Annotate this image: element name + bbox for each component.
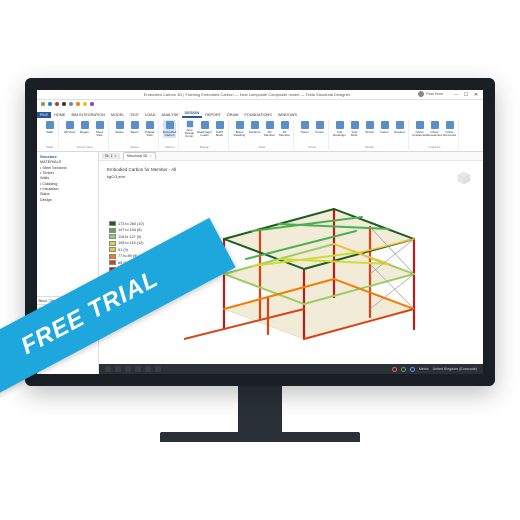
legend-item: 91 (9) xyxy=(109,247,144,252)
ribbon-expand[interactable]: Expand xyxy=(393,120,406,138)
ribbon-dam-back[interactable]: DAM Back xyxy=(213,120,226,138)
legend-label: 108 to 115 (12) xyxy=(118,241,143,245)
user-account[interactable]: Paul Hore xyxy=(418,91,443,97)
ribbon-ghost-unselected[interactable]: Ghost Unselected xyxy=(413,120,426,138)
user-name: Paul Hore xyxy=(426,92,443,96)
qat-button[interactable] xyxy=(62,102,66,106)
legend-swatch xyxy=(109,254,116,259)
ribbon-status[interactable]: Status xyxy=(113,120,126,138)
qat-button[interactable] xyxy=(55,102,59,106)
minimize-button[interactable]: ─ xyxy=(453,92,459,98)
legend-swatch xyxy=(109,234,116,239)
ribbon-full-redesign[interactable]: Full Redesign xyxy=(333,120,346,138)
ribbon-diaphragm-loads[interactable]: Diaphragm Loads xyxy=(198,120,211,138)
ribbon-group-label: Status xyxy=(130,145,139,149)
status-button[interactable] xyxy=(105,366,111,372)
status-button[interactable] xyxy=(115,366,121,372)
ribbon-shrink[interactable]: Shrink xyxy=(363,120,376,138)
legend-swatch xyxy=(109,260,116,265)
legend-item: 173 to 260 (10) xyxy=(109,221,144,226)
ribbon-embodied-carbon[interactable]: Embodied Carbon xyxy=(163,120,176,138)
view-tabs: St. 1×Structural 3D× xyxy=(99,152,483,161)
ribbon-walk[interactable]: Walk xyxy=(43,120,56,138)
avatar xyxy=(418,91,424,97)
ribbon-group-label: Scene View xyxy=(77,145,93,149)
structure-tree[interactable]: Structure MATERIALS• Steel Sections• Tim… xyxy=(37,152,98,296)
status-region-label: Metric xyxy=(419,367,429,371)
qat-button[interactable] xyxy=(90,102,94,106)
ribbon-1d-member[interactable]: 1D Member xyxy=(278,120,291,138)
legend-label: 173 to 260 (10) xyxy=(118,222,144,226)
status-button[interactable] xyxy=(155,366,161,372)
status-dot[interactable] xyxy=(410,367,415,372)
legend-swatch xyxy=(109,221,116,226)
qat-button[interactable] xyxy=(69,102,73,106)
status-button[interactable] xyxy=(145,366,151,372)
close-tab-icon[interactable]: × xyxy=(114,154,116,158)
monitor-stand-neck xyxy=(238,384,282,432)
monitor-stand-base xyxy=(160,432,360,442)
ribbon-group-label: Design xyxy=(200,145,209,149)
status-button[interactable] xyxy=(125,366,131,372)
legend-swatch xyxy=(109,228,116,233)
titlebar: Paul Hore Embodied Carbon 3D | Framing E… xyxy=(37,90,483,100)
view-tab[interactable]: St. 1× xyxy=(102,153,120,159)
legend-label: 118 to 127 (9) xyxy=(118,235,141,239)
viewport-units: kgCO₂e/m xyxy=(107,174,125,179)
tree-item[interactable]: Design xyxy=(40,198,95,203)
legend-swatch xyxy=(109,247,116,252)
ribbon-tabs: FILEHOMEBIM INTEGRATIONMODELEDITLOADANAL… xyxy=(37,108,483,118)
legend-label: 147 to 154 (8) xyxy=(118,228,142,232)
window-title: Embodied Carbon 3D | Framing Embodied Ca… xyxy=(41,92,453,97)
status-region[interactable]: United Kingdom (Eurocode) xyxy=(433,367,477,371)
legend-swatch xyxy=(109,241,116,246)
ribbon: FILEHOMEBIM INTEGRATIONMODELEDITLOADANAL… xyxy=(37,108,483,152)
close-tab-icon[interactable]: × xyxy=(150,154,152,158)
ribbon-ghost-deselected[interactable]: Ghost Deselected xyxy=(428,120,441,138)
ribbon-beam[interactable]: Beam xyxy=(128,120,141,138)
status-button[interactable] xyxy=(135,366,141,372)
ribbon-cursor[interactable]: Cursor xyxy=(313,120,326,138)
ribbon-tubular-view[interactable]: Tubular View xyxy=(143,120,156,138)
qat-button[interactable] xyxy=(83,102,87,106)
ribbon-group-label: Carbon xyxy=(165,145,175,149)
qat-button[interactable] xyxy=(76,102,80,106)
ribbon-regen[interactable]: Regen xyxy=(78,120,91,138)
qat-button[interactable] xyxy=(41,102,45,106)
ribbon-3d-view[interactable]: 3D View xyxy=(63,120,76,138)
status-dot[interactable] xyxy=(392,367,397,372)
ribbon-factor[interactable]: Factor xyxy=(378,120,391,138)
legend-item: 147 to 154 (8) xyxy=(109,228,144,233)
ribbon-show-view[interactable]: Show View xyxy=(93,120,106,138)
viewport-title: Embodied Carbon for Member - All xyxy=(107,167,176,172)
legend-item: 118 to 127 (9) xyxy=(109,234,144,239)
status-dot[interactable] xyxy=(401,367,406,372)
maximize-button[interactable]: ☐ xyxy=(463,92,469,98)
qat-button[interactable] xyxy=(48,102,52,106)
ribbon-sections[interactable]: Sections xyxy=(248,120,261,138)
ribbon-group-label: Walk xyxy=(46,145,53,149)
ribbon-ghost-removed[interactable]: Ghost Removed xyxy=(443,120,456,138)
close-button[interactable]: ✕ xyxy=(473,92,479,98)
ribbon-group-label: Graphics xyxy=(428,145,440,149)
tab-design[interactable]: DESIGN xyxy=(182,110,203,118)
quick-access-toolbar xyxy=(37,100,483,108)
ribbon-group-label: Data xyxy=(259,145,265,149)
ribbon-brace-detailing[interactable]: Brace Detailing xyxy=(233,120,246,138)
ribbon-tracer[interactable]: Tracer xyxy=(298,120,311,138)
ribbon-group-label: Show xyxy=(308,145,316,149)
view-cube-icon[interactable] xyxy=(455,169,473,187)
legend-label: 91 (9) xyxy=(118,248,128,252)
ribbon-2d-member[interactable]: 2D Member xyxy=(263,120,276,138)
legend-item: 108 to 115 (12) xyxy=(109,241,144,246)
ribbon-auto-design-comp-[interactable]: Auto Design Comp. xyxy=(183,120,196,138)
statusbar: Metric United Kingdom (Eurocode) xyxy=(99,364,483,374)
ribbon-group-label: Modify xyxy=(365,145,374,149)
ribbon-grid-defs-[interactable]: Grid Defs. xyxy=(348,120,361,138)
view-tab[interactable]: Structural 3D× xyxy=(123,152,156,160)
